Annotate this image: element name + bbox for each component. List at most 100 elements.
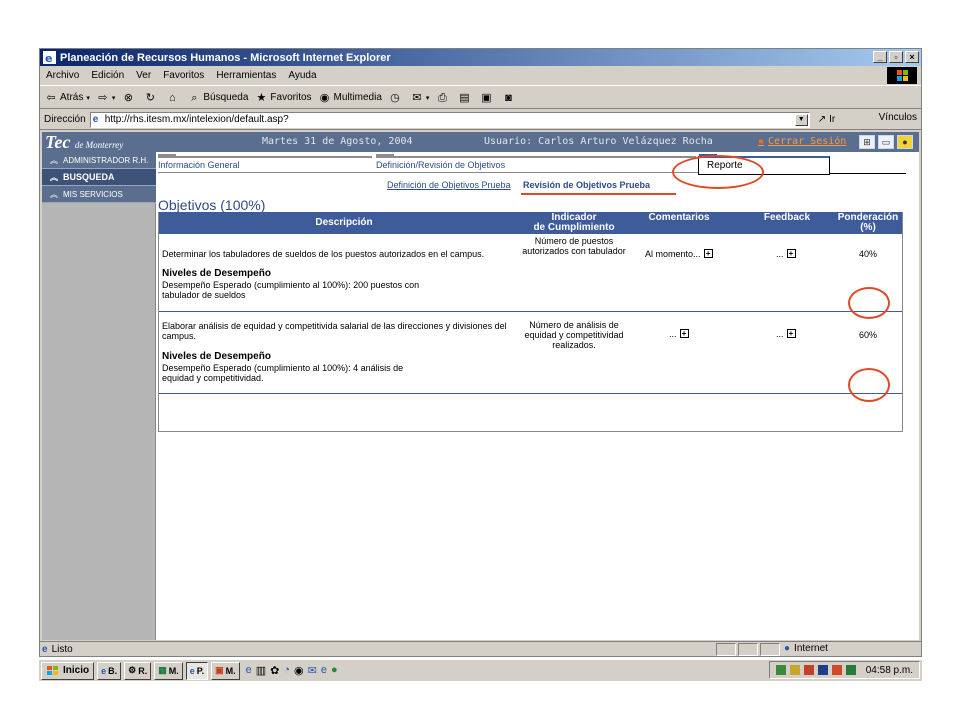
discuss-button[interactable]: ▣: [479, 91, 495, 105]
history-button[interactable]: ◷: [388, 91, 404, 105]
maximize-button[interactable]: ▫: [889, 51, 903, 63]
status-segment: [760, 643, 780, 656]
refresh-button[interactable]: ↻: [143, 91, 159, 105]
tray-shield-icon[interactable]: [803, 665, 814, 675]
print-icon: ⎙: [438, 91, 447, 104]
start-button[interactable]: Inicio: [41, 661, 95, 680]
outlook-quick-icon[interactable]: ✉: [308, 664, 317, 677]
chevron-up-icon: ︽: [50, 189, 58, 199]
subnav-definicion[interactable]: Definición de Objetivos Prueba: [387, 180, 511, 190]
subnav-active-underline: [521, 193, 676, 195]
address-label: Dirección: [44, 114, 86, 125]
address-input[interactable]: e http://rhs.itesm.mx/intelexion/default…: [89, 111, 810, 128]
back-button[interactable]: ⇦ Atrás ▾: [44, 91, 89, 105]
row-indicador: Número de análisis de equidad y competit…: [524, 320, 624, 350]
status-zone-label: Internet: [794, 643, 828, 654]
address-bar: Dirección e http://rhs.itesm.mx/intelexi…: [40, 110, 921, 130]
feedback-text: ...: [776, 329, 784, 339]
ie-quick-icon[interactable]: e: [246, 664, 252, 677]
row-feedback: ... +: [776, 249, 796, 259]
taskbar-app-r[interactable]: ⚙ R.: [124, 661, 152, 680]
annotation-ring-reporte: [672, 155, 764, 189]
back-arrow-icon: ⇦: [46, 91, 56, 104]
print-button[interactable]: ⎙: [435, 91, 451, 105]
app-quick-icon[interactable]: ✿: [270, 664, 279, 677]
edit-button[interactable]: ▤: [457, 91, 473, 105]
menu-favoritos[interactable]: Favoritos: [163, 70, 204, 81]
mail-icon: ✉: [412, 91, 422, 104]
search-button[interactable]: ⌕ Búsqueda: [187, 91, 248, 105]
globe-icon: ●: [784, 643, 791, 654]
tray-messenger-icon[interactable]: [845, 665, 856, 675]
forward-button[interactable]: ⇨ ▾: [96, 91, 115, 105]
status-segment: [716, 643, 736, 656]
menu-herramientas[interactable]: Herramientas: [216, 70, 276, 81]
tab-label: Información General: [158, 160, 240, 170]
desktop-quick-icon[interactable]: ▥: [256, 664, 266, 677]
home-button[interactable]: ⌂: [165, 91, 181, 105]
taskbar: Inicio e B. ⚙ R. ▦ M. e P. ▣ M. e ▥ ✿ ◔ ◉ ✉ e…: [39, 659, 922, 681]
taskbar-app-ie-active[interactable]: e P.: [185, 661, 209, 680]
tab-informacion-general[interactable]: Información General: [158, 154, 372, 172]
expand-plus-icon[interactable]: +: [786, 249, 796, 258]
status-bar: e Listo ● Internet: [40, 641, 921, 657]
expand-plus-icon[interactable]: +: [703, 249, 713, 258]
subnav-revision[interactable]: Revisión de Objetivos Prueba: [523, 180, 650, 190]
messenger-button[interactable]: ◙: [501, 91, 517, 105]
header-ponderacion: Ponderación (%): [834, 213, 902, 233]
sidebar-item-admin[interactable]: ︽ ADMINISTRADOR R.H.: [42, 152, 156, 169]
row-comentarios: Al momento... +: [645, 249, 725, 259]
taskbar-app-b[interactable]: e B.: [97, 661, 122, 680]
annotation-ring-60: [848, 368, 890, 402]
address-dropdown-icon[interactable]: ▼: [794, 113, 808, 126]
table-row: Determinar los tabuladores de sueldos de…: [159, 236, 902, 312]
go-button[interactable]: ↗ Ir: [818, 114, 836, 125]
expand-plus-icon[interactable]: +: [786, 329, 796, 338]
address-url: http://rhs.itesm.mx/intelexion/default.a…: [104, 114, 289, 125]
sidebar-item-busqueda[interactable]: ︽ BUSQUEDA: [42, 169, 156, 186]
tab-definicion-revision[interactable]: Definición/Revisión de Objetivos: [376, 154, 696, 172]
favorites-button[interactable]: ★ Favoritos: [254, 91, 311, 105]
clock-quick-icon[interactable]: ◔: [283, 664, 290, 677]
feedback-text: ...: [776, 249, 784, 259]
app-icon: ⚙: [128, 665, 137, 675]
stop-button[interactable]: ⊗: [121, 91, 137, 105]
menu-ver[interactable]: Ver: [136, 70, 151, 81]
multimedia-button[interactable]: ◉ Multimedia: [318, 91, 382, 105]
tray-antivirus-icon[interactable]: [831, 665, 842, 675]
header-user: Usuario: Carlos Arturo Velázquez Rocha: [484, 136, 713, 147]
media-quick-icon[interactable]: ◉: [294, 664, 304, 677]
system-tray: 04:58 p.m.: [768, 661, 920, 679]
globe-quick-icon[interactable]: ●: [331, 664, 338, 677]
logout-link[interactable]: ▪ Cerrar Sesión: [758, 136, 846, 147]
close-button[interactable]: ×: [905, 51, 919, 63]
favorites-label: Favoritos: [270, 92, 312, 103]
minimize-button[interactable]: _: [873, 51, 887, 63]
ie2-quick-icon[interactable]: e: [321, 664, 327, 677]
forward-arrow-icon: ⇨: [98, 91, 108, 104]
sidebar-item-servicios[interactable]: ︽ MIS SERVICIOS: [42, 186, 156, 203]
mail-button[interactable]: ✉ ▾: [410, 91, 429, 105]
taskbar-app-label: B.: [108, 665, 118, 676]
help-icon[interactable]: ●: [897, 135, 913, 149]
links-button[interactable]: Vínculos: [879, 112, 917, 123]
tab-divider: [158, 172, 698, 173]
taskbar-app-ppt[interactable]: ▣ M.: [211, 661, 240, 680]
row-indicador: Número de puestos autorizados con tabula…: [522, 236, 626, 256]
tab-label: Definición/Revisión de Objetivos: [376, 160, 506, 170]
menu-archivo[interactable]: Archivo: [46, 70, 79, 81]
windows-flag-icon: [887, 67, 917, 84]
expand-plus-icon[interactable]: +: [679, 329, 689, 338]
menu-ayuda[interactable]: Ayuda: [288, 70, 316, 81]
tray-tool-icon[interactable]: [789, 665, 800, 675]
taskbar-app-excel[interactable]: ▦ M.: [154, 661, 183, 680]
menu-edicion[interactable]: Edición: [91, 70, 124, 81]
org-chart-icon[interactable]: ⊞: [859, 135, 875, 149]
tray-es-icon[interactable]: [817, 665, 828, 675]
excel-icon: ▦: [158, 665, 167, 675]
tec-logo: Tec de Monterrey: [45, 132, 123, 153]
tray-network-icon[interactable]: [775, 665, 786, 675]
window-icon[interactable]: ▭: [878, 135, 894, 149]
header-indicador-line2: de Cumplimiento: [533, 222, 615, 233]
back-label: Atrás: [60, 92, 84, 103]
